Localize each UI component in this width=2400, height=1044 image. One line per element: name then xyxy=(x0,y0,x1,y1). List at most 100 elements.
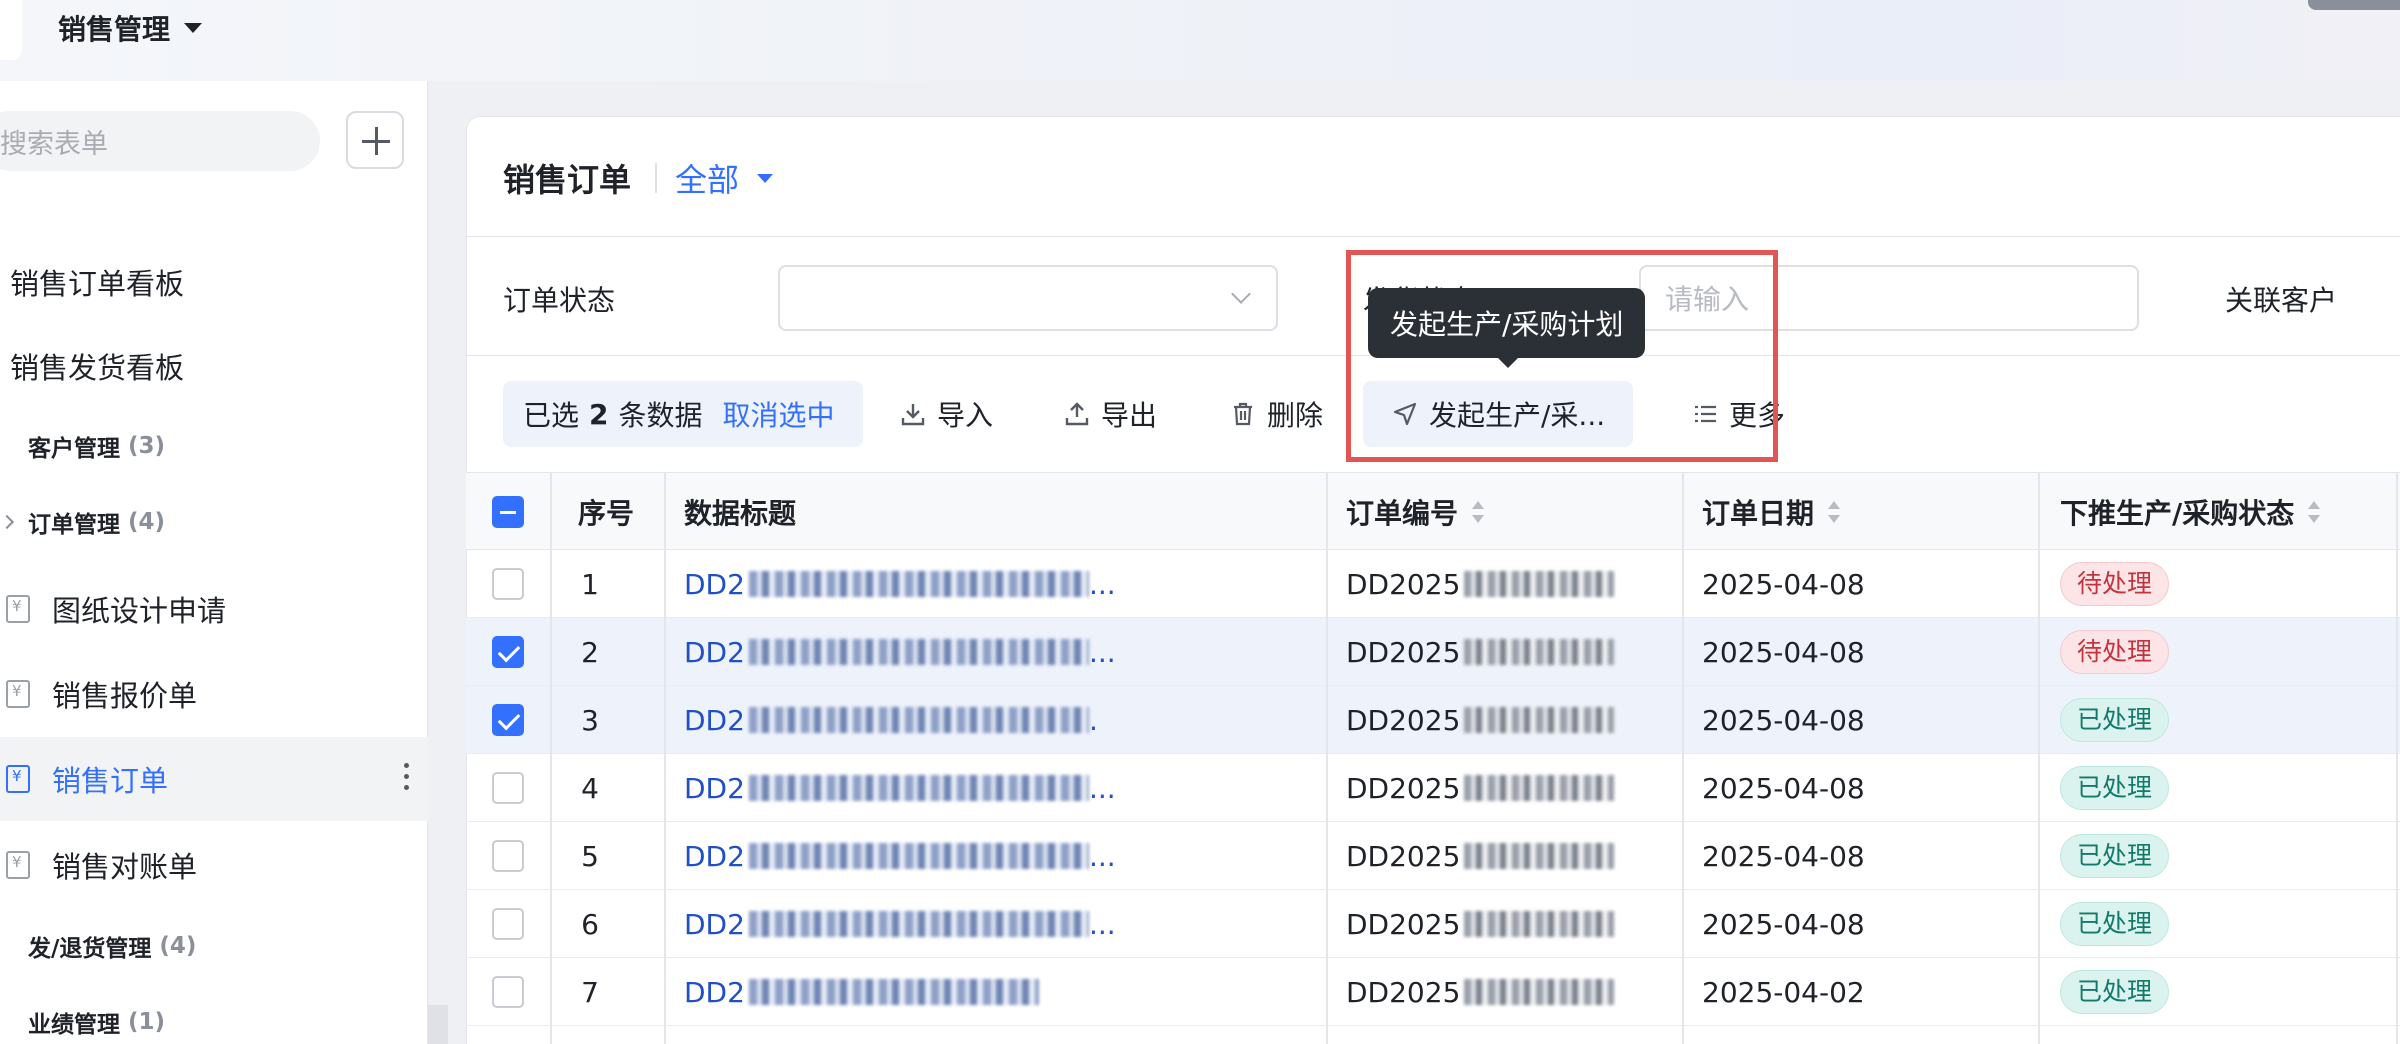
order-status-select[interactable] xyxy=(778,265,1278,331)
status-badge: 已处理 xyxy=(2060,834,2170,878)
row-checkbox[interactable] xyxy=(492,976,524,1008)
row-title[interactable]: DD2 xyxy=(684,958,1384,1026)
sidebar-group-customer[interactable]: 客户管理 (3) xyxy=(0,411,428,481)
col-title[interactable]: 数据标题 xyxy=(684,473,796,551)
cancel-selection-button[interactable]: 取消选中 xyxy=(723,394,835,434)
search-input[interactable]: 搜索表单 xyxy=(0,111,320,171)
status-badge: 已处理 xyxy=(2060,970,2170,1014)
row-order-no-text: DD2025 xyxy=(1346,839,1461,873)
row-push-status: 已处理 xyxy=(2060,754,2360,822)
sidebar-item-sales-shipping-board[interactable]: 销售发货看板 xyxy=(0,324,428,408)
sidebar-group-shipping-return[interactable]: 发/退货管理 (4) xyxy=(0,911,428,981)
row-checkbox[interactable] xyxy=(492,704,524,736)
select-all-checkbox[interactable] xyxy=(492,496,524,528)
row-checkbox[interactable] xyxy=(492,772,524,804)
table-row[interactable]: 5 DD2... DD2025 2025-04-08 已处理 xyxy=(466,822,2400,890)
order-status-label: 订单状态 xyxy=(503,284,616,317)
row-title[interactable]: DD2... xyxy=(684,550,1384,618)
sidebar-item-sales-statement[interactable]: 销售对账单 xyxy=(0,823,428,907)
row-title-text: DD2 xyxy=(684,567,745,601)
view-selector[interactable]: 全部 xyxy=(675,155,774,201)
row-checkbox[interactable] xyxy=(492,908,524,940)
sidebar-group-order[interactable]: 订单管理 (4) xyxy=(0,487,428,557)
table-row[interactable]: 2 DD2... DD2025 2025-04-08 待处理 xyxy=(466,618,2400,686)
row-seq: 5 xyxy=(581,839,599,873)
export-button[interactable]: 导出 xyxy=(1063,381,1157,447)
row-order-no-text: DD2025 xyxy=(1346,907,1461,941)
add-form-button[interactable] xyxy=(346,111,404,169)
row-title-text: DD2 xyxy=(684,975,745,1009)
window-control[interactable] xyxy=(2308,0,2400,10)
row-checkbox[interactable] xyxy=(492,840,524,872)
row-checkbox[interactable] xyxy=(492,636,524,668)
row-title[interactable]: DD2... xyxy=(684,754,1384,822)
form-icon xyxy=(6,680,30,708)
sidebar-group-performance[interactable]: 业绩管理 (1) xyxy=(0,987,428,1044)
more-vertical-icon[interactable] xyxy=(404,763,410,793)
row-title[interactable]: DD2. xyxy=(684,686,1384,754)
delete-button[interactable]: 删除 xyxy=(1229,381,1323,447)
sort-icon[interactable] xyxy=(2308,501,2321,523)
row-title-text: DD2 xyxy=(684,771,745,805)
table-row[interactable]: 6 DD2... DD2025 2025-04-08 已处理 xyxy=(466,890,2400,958)
app-title: 销售管理 xyxy=(58,13,171,46)
row-title[interactable]: DD2... xyxy=(684,822,1384,890)
table-header: 序号 数据标题 订单编号 订单日期 下推生产/采购状态 xyxy=(466,472,2400,550)
sidebar-item-sales-order[interactable]: 销售订单 xyxy=(0,737,428,821)
selection-summary: 已选 2 条数据 取消选中 xyxy=(503,381,863,447)
row-title-text: DD2 xyxy=(684,907,745,941)
sidebar-item-label: 销售对账单 xyxy=(52,850,198,884)
row-order-date: 2025-04-08 xyxy=(1702,567,1865,601)
row-push-status: 待处理 xyxy=(2060,618,2360,686)
sidebar-group-label: 发/退货管理 xyxy=(28,936,152,962)
table-row[interactable]: 4 DD2... DD2025 2025-04-08 已处理 xyxy=(466,754,2400,822)
app-corner xyxy=(0,0,22,60)
row-title-text: DD2 xyxy=(684,839,745,873)
sort-icon[interactable] xyxy=(1472,501,1485,523)
sidebar-item-sales-quote[interactable]: 销售报价单 xyxy=(0,652,428,736)
sort-icon[interactable] xyxy=(1828,501,1841,523)
redacted-text xyxy=(748,571,1089,597)
redacted-text xyxy=(1464,571,1615,597)
row-checkbox[interactable] xyxy=(492,568,524,600)
row-push-status: 已处理 xyxy=(2060,822,2360,890)
row-push-status: 已处理 xyxy=(2060,890,2360,958)
col-order-no-label: 订单编号 xyxy=(1346,497,1459,530)
form-icon xyxy=(6,595,30,623)
row-seq: 1 xyxy=(581,567,599,601)
status-badge: 待处理 xyxy=(2060,630,2170,674)
redacted-text xyxy=(748,775,1089,801)
col-push-status[interactable]: 下推生产/采购状态 xyxy=(2060,473,2321,551)
title-divider xyxy=(655,163,657,193)
col-seq-label: 序号 xyxy=(578,497,635,530)
app-switcher[interactable]: 销售管理 xyxy=(58,8,203,48)
row-seq: 6 xyxy=(581,907,599,941)
row-order-date: 2025-04-08 xyxy=(1702,839,1865,873)
row-title-ellipsis: ... xyxy=(1088,771,1116,805)
col-order-date[interactable]: 订单日期 xyxy=(1702,473,1841,551)
row-title-text: DD2 xyxy=(684,703,745,737)
sidebar-item-label: 销售发货看板 xyxy=(10,351,185,385)
table-row[interactable]: 1 DD2... DD2025 2025-04-08 待处理 xyxy=(466,550,2400,618)
import-button[interactable]: 导入 xyxy=(899,381,993,447)
row-order-no: DD2025 xyxy=(1346,822,1686,890)
sidebar-item-label: 图纸设计申请 xyxy=(52,594,227,628)
delete-label: 删除 xyxy=(1267,399,1324,432)
sidebar-item-sales-order-board[interactable]: 销售订单看板 xyxy=(0,240,428,324)
row-order-date: 2025-04-02 xyxy=(1702,975,1865,1009)
row-title-ellipsis: ... xyxy=(1088,907,1116,941)
highlight-box xyxy=(1346,250,1778,462)
row-title[interactable]: DD2... xyxy=(684,890,1384,958)
sidebar-resize-handle[interactable] xyxy=(428,1005,448,1044)
col-title-label: 数据标题 xyxy=(684,497,797,530)
col-order-no[interactable]: 订单编号 xyxy=(1346,473,1485,551)
table-row[interactable]: 7 DD2 DD2025 2025-04-02 已处理 xyxy=(466,958,2400,1026)
table-row[interactable]: 3 DD2. DD2025 2025-04-08 已处理 xyxy=(466,686,2400,754)
row-title-ellipsis: ... xyxy=(1088,839,1116,873)
sidebar-group-label: 订单管理 xyxy=(28,512,120,538)
caret-down-icon xyxy=(757,173,774,183)
row-title[interactable]: DD2... xyxy=(684,618,1384,686)
row-seq: 4 xyxy=(581,771,599,805)
status-badge: 已处理 xyxy=(2060,902,2170,946)
sidebar-item-drawing-request[interactable]: 图纸设计申请 xyxy=(0,567,428,651)
